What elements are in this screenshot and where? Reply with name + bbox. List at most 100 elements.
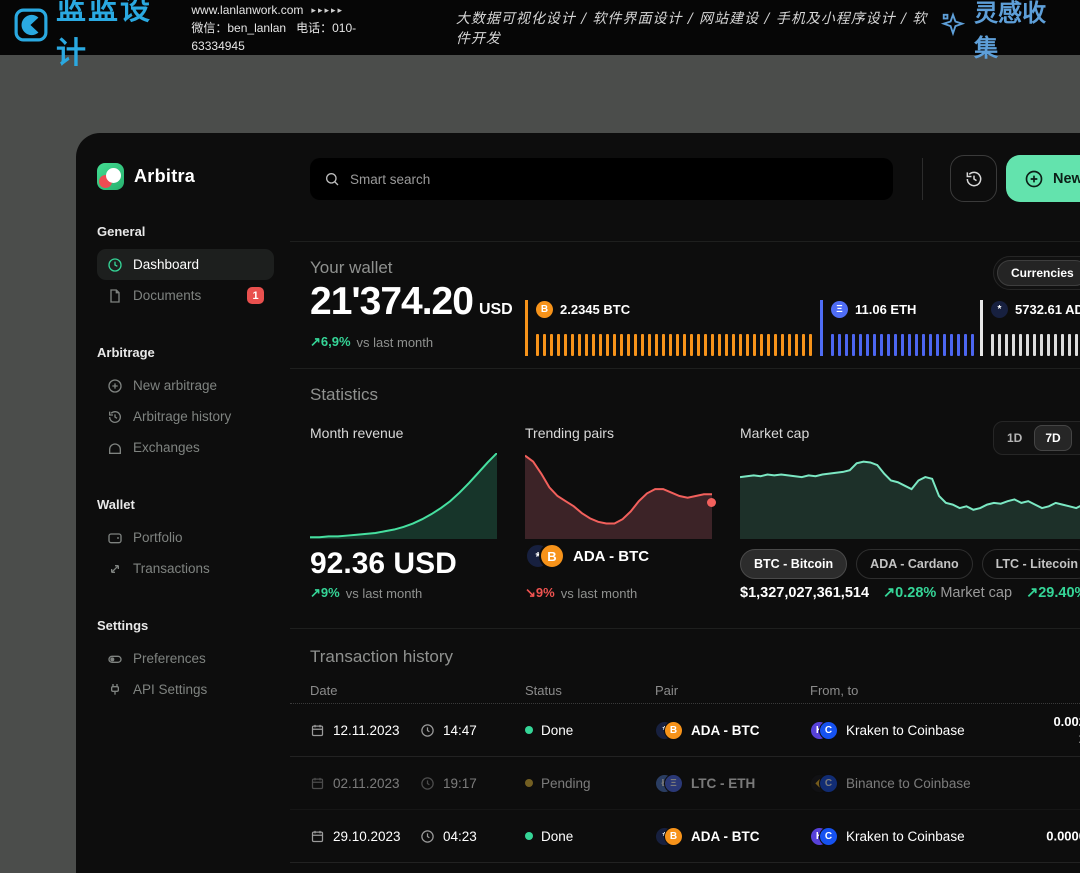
banner-wechat: 微信：ben_lanlan (191, 21, 286, 35)
sidebar-section-wallet: Wallet (97, 497, 274, 512)
table-row[interactable]: 12.11.2023 14:47 Done * B ADA - BTC K C (290, 704, 1080, 757)
promo-banner: 蓝蓝设计 www.lanlanwork.com ▸▸▸▸▸ 微信：ben_lan… (0, 0, 1080, 55)
market-cap-stats: $1,327,027,361,514 ↗0.28% Market cap ↗29… (740, 585, 1080, 601)
sidebar-item-documents[interactable]: Documents 1 (97, 280, 274, 311)
sidebar-item-portfolio[interactable]: Portfolio (97, 522, 274, 553)
trending-pairs-label: Trending pairs (525, 425, 614, 441)
wallet-total: 21'374.20USD (310, 280, 513, 324)
transfer-arrows-icon (107, 561, 123, 577)
calendar-icon (310, 776, 325, 791)
market-cap-pairs: BTC - Bitcoin ADA - Cardano LTC - Liteco… (740, 549, 1080, 579)
month-revenue-delta: ↗9% vs last month (310, 585, 422, 601)
wallet-view-toggle: Currencies E (993, 256, 1080, 290)
btc-icon: B (536, 301, 553, 318)
wallet-delta: ↗6,9% vs last month (310, 334, 433, 350)
app-window: Arbitra General Dashboard Documents 1 Ar… (76, 133, 1080, 873)
chart-end-dot (707, 498, 716, 507)
range-7d[interactable]: 7D (1034, 425, 1071, 451)
wallet-currency: USD (479, 301, 513, 318)
pill-ada-cardano[interactable]: ADA - Cardano (856, 549, 972, 579)
document-icon (107, 288, 123, 304)
trending-pairs-chart (525, 453, 712, 539)
wallet-barcode: B 2.2345 BTC Ξ 11.06 ETH * 5732.61 ADA (525, 300, 1080, 356)
status-dot (525, 726, 533, 734)
coinbase-icon: C (819, 721, 838, 740)
banner-arrows: ▸▸▸▸▸ (311, 1, 344, 19)
status-text: Done (541, 723, 573, 738)
btc-icon: B (664, 827, 683, 846)
search-icon (324, 171, 340, 187)
market-cap-label: Market cap (740, 425, 809, 441)
market-cap-value: $1,327,027,361,514 (740, 585, 869, 601)
amount-cell: 0.0000 (1046, 828, 1080, 845)
range-1d[interactable]: 1D (997, 426, 1032, 450)
status-dot (525, 832, 533, 840)
coinbase-icon: C (819, 827, 838, 846)
new-arbitrage-button[interactable]: New a (1006, 155, 1080, 202)
market-cap-chart (740, 453, 1080, 539)
lanlan-logo-text: 蓝蓝设计 (56, 0, 173, 72)
plug-icon (107, 682, 123, 698)
btc-icon: B (664, 721, 683, 740)
ada-icon: * (991, 301, 1008, 318)
arbitra-logo-icon (97, 163, 124, 190)
transaction-history-section: Transaction history Date Status Pair Fro… (290, 628, 1080, 873)
clock-icon (420, 723, 435, 738)
search-bar[interactable] (310, 158, 893, 200)
barcode-segment-eth: Ξ 11.06 ETH (820, 300, 980, 356)
topbar: New a (290, 133, 1080, 241)
wallet-section: Your wallet Currencies E 21'374.20USD ↗6… (290, 241, 1080, 368)
sidebar-section-general: General (97, 224, 274, 239)
table-row[interactable]: 29.10.2023 04:23 Done * B ADA - BTC K C (290, 810, 1080, 863)
sidebar-item-api-settings[interactable]: API Settings (97, 674, 274, 705)
statistics-title: Statistics (310, 385, 378, 405)
calendar-icon (310, 829, 325, 844)
history-button[interactable] (950, 155, 997, 202)
pill-btc-bitcoin[interactable]: BTC - Bitcoin (740, 549, 847, 579)
barcode-segment-btc: B 2.2345 BTC (525, 300, 820, 356)
plus-circle-icon (107, 378, 123, 394)
month-revenue-label: Month revenue (310, 425, 403, 441)
dashboard-clock-icon (107, 257, 123, 273)
toggle-currencies[interactable]: Currencies (997, 260, 1080, 286)
lanlan-logo: 蓝蓝设计 (14, 0, 173, 72)
eth-icon: Ξ (664, 774, 683, 793)
eth-icon: Ξ (831, 301, 848, 318)
plus-circle-icon (1024, 169, 1044, 189)
arch-icon (107, 440, 123, 456)
banner-services: 大数据可视化设计 / 软件界面设计 / 网站建设 / 手机及小程序设计 / 软件… (456, 8, 940, 48)
amount-cell: 0.0021 (1053, 713, 1080, 747)
history-icon (107, 409, 123, 425)
pill-ltc-litecoin[interactable]: LTC - Litecoin (982, 549, 1080, 579)
range-1m[interactable]: 1M (1074, 426, 1080, 450)
documents-badge: 1 (247, 287, 264, 304)
sidebar-item-transactions[interactable]: Transactions (97, 553, 274, 584)
calendar-icon (310, 723, 325, 738)
status-dot (525, 779, 533, 787)
table-row[interactable]: 02.11.2023 19:17 Pending Ł Ξ LTC - ETH ◆… (290, 757, 1080, 810)
app-brand: Arbitra (97, 163, 274, 190)
sidebar-item-preferences[interactable]: Preferences (97, 643, 274, 674)
toggle-icon (107, 651, 123, 667)
collect-button[interactable]: 灵感收集 (940, 0, 1062, 63)
sidebar-item-dashboard[interactable]: Dashboard (97, 249, 274, 280)
main-content: New a Your wallet Currencies E 21'374.20… (290, 133, 1080, 873)
sidebar-section-settings: Settings (97, 618, 274, 633)
clock-icon (420, 829, 435, 844)
restore-history-icon (964, 169, 984, 189)
sidebar-item-new-arbitrage[interactable]: New arbitrage (97, 370, 274, 401)
sidebar-item-arbitrage-history[interactable]: Arbitrage history (97, 401, 274, 432)
search-input[interactable] (350, 172, 879, 187)
range-selector: 1D 7D 1M (993, 421, 1080, 455)
sidebar-section-arbitrage: Arbitrage (97, 345, 274, 360)
banner-url: www.lanlanwork.com (191, 1, 303, 19)
star-icon (940, 12, 966, 44)
lanlan-logo-icon (14, 8, 48, 47)
sidebar: Arbitra General Dashboard Documents 1 Ar… (76, 133, 290, 873)
sidebar-item-exchanges[interactable]: Exchanges (97, 432, 274, 463)
trending-pairs-delta: ↘9% vs last month (525, 585, 637, 601)
app-name: Arbitra (134, 166, 195, 187)
month-revenue-chart (310, 453, 497, 539)
statistics-section: Statistics Month revenue 92.36 USD ↗9% v… (290, 368, 1080, 628)
topbar-divider (922, 158, 923, 200)
